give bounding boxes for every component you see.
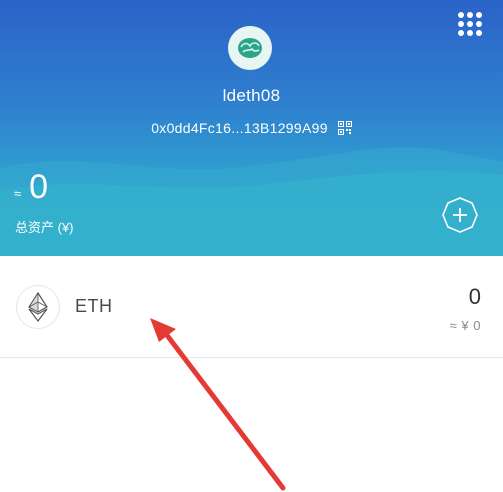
wallet-header: ldeth08 0x0dd4Fc16...13B1299A99 ≈ 0 总资产 … xyxy=(0,0,503,256)
token-amount: 0 xyxy=(468,284,481,309)
wallet-avatar-icon[interactable] xyxy=(228,26,272,70)
token-row-eth[interactable]: ETH 0 ≈ ¥ 0 xyxy=(0,256,503,358)
ethereum-icon xyxy=(16,285,60,329)
add-token-icon xyxy=(442,197,478,233)
add-token-button[interactable] xyxy=(441,196,479,234)
wallet-address[interactable]: 0x0dd4Fc16...13B1299A99 xyxy=(151,120,328,136)
wallet-address-row[interactable]: 0x0dd4Fc16...13B1299A99 xyxy=(0,120,503,136)
approx-symbol: ≈ xyxy=(14,186,22,201)
total-balance: ≈ 0 xyxy=(14,170,48,204)
token-symbol: ETH xyxy=(75,296,113,316)
grid-menu-icon[interactable] xyxy=(458,12,482,36)
wallet-name[interactable]: ldeth08 xyxy=(0,86,503,106)
balance-value: 0 xyxy=(29,168,49,206)
qr-code-icon[interactable] xyxy=(337,121,352,135)
total-assets-label: 总资产 (¥) xyxy=(15,220,74,235)
token-fiat-value: ≈ ¥ 0 xyxy=(449,318,481,333)
